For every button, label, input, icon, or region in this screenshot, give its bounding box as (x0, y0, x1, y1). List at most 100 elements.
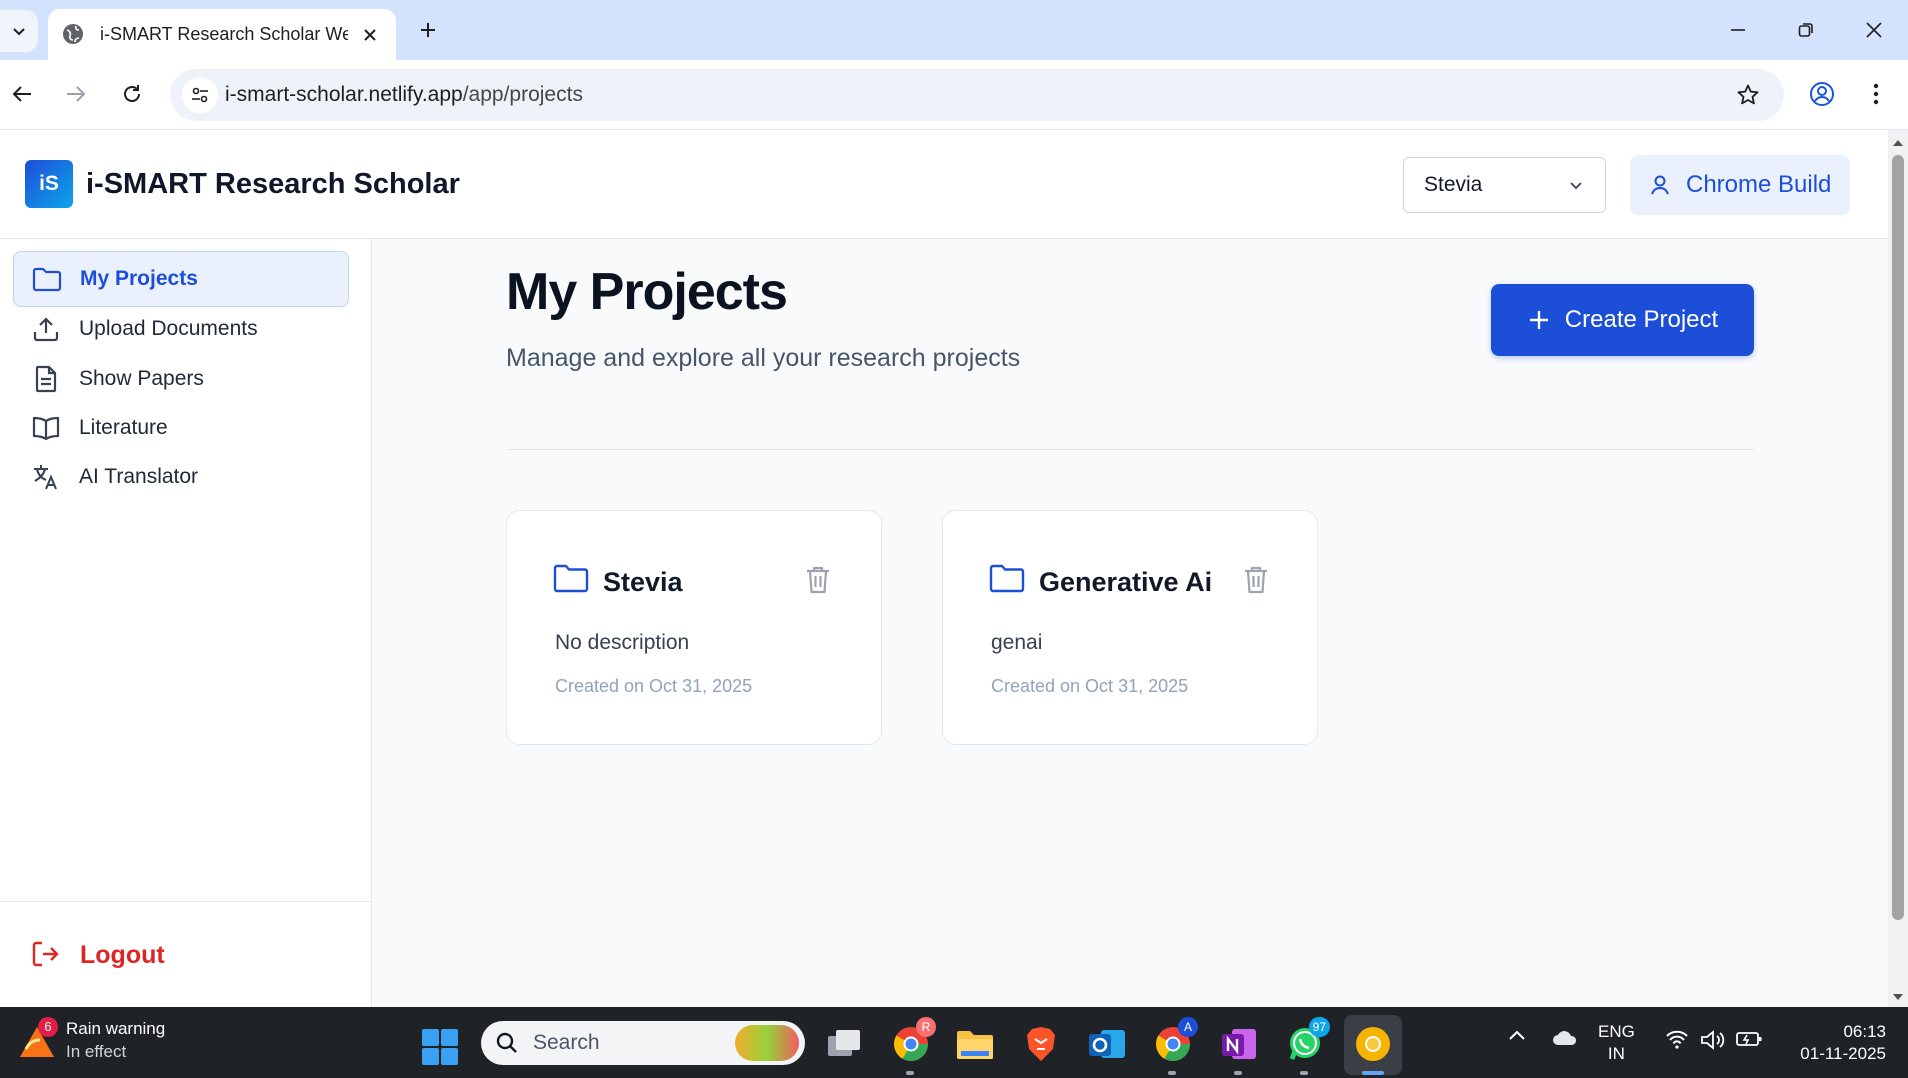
project-name: Stevia (603, 567, 683, 597)
sidebar-item-literature[interactable]: Literature (13, 400, 349, 456)
search-placeholder: Search (533, 1031, 600, 1054)
tab-search-button[interactable] (0, 10, 38, 52)
user-button-label: Chrome Build (1686, 171, 1832, 198)
folder-icon (32, 264, 62, 294)
profile-badge: R (916, 1017, 936, 1037)
show-hidden-icons-button[interactable] (1502, 1029, 1532, 1041)
chrome-app[interactable]: R (890, 1017, 936, 1075)
page-title: My Projects (506, 263, 788, 321)
book-icon (31, 413, 61, 443)
restore-button[interactable] (1784, 10, 1828, 50)
system-clock[interactable]: 06:13 01-11-2025 (1782, 1021, 1886, 1065)
app-title: i-SMART Research Scholar (86, 168, 460, 200)
account-circle-icon (1810, 82, 1834, 106)
upload-icon (31, 314, 61, 344)
region-code: IN (1607, 1044, 1625, 1063)
onenote-icon (1222, 1029, 1256, 1059)
running-indicator (1362, 1071, 1384, 1075)
volume-tray-icon[interactable] (1698, 1029, 1728, 1051)
start-tile (422, 1048, 439, 1065)
tab-title: i-SMART Research Scholar Web (100, 24, 348, 44)
logout-label: Logout (80, 940, 165, 969)
chrome-app-profile-2[interactable]: A (1152, 1017, 1198, 1075)
more-vertical-icon (1873, 83, 1879, 105)
user-icon (1648, 173, 1672, 197)
outlook-app[interactable] (1086, 1023, 1128, 1065)
sidebar-item-upload-documents[interactable]: Upload Documents (13, 301, 349, 357)
address-bar[interactable]: i-smart-scholar.netlify.app/app/projects (170, 69, 1784, 121)
logout-button[interactable]: Logout (30, 939, 165, 971)
folder-icon (989, 563, 1025, 595)
onenote-app[interactable] (1218, 1023, 1260, 1075)
create-project-button[interactable]: Create Project (1491, 284, 1754, 356)
user-account-button[interactable]: Chrome Build (1630, 155, 1850, 215)
close-icon (1866, 22, 1882, 38)
plus-icon (421, 23, 435, 37)
onedrive-tray-icon[interactable] (1548, 1029, 1582, 1047)
back-button[interactable] (2, 74, 42, 114)
new-tab-button[interactable] (412, 14, 444, 46)
chrome-canary-app[interactable] (1352, 1023, 1394, 1075)
arrow-right-icon (67, 86, 86, 102)
input-language-indicator[interactable]: ENG IN (1598, 1021, 1635, 1065)
battery-tray-icon[interactable] (1734, 1029, 1764, 1047)
minimize-button[interactable] (1716, 10, 1760, 50)
taskbar-search[interactable]: Search (481, 1021, 805, 1065)
close-tab-icon[interactable] (358, 23, 382, 47)
scroll-up-arrow[interactable] (1890, 136, 1906, 150)
reload-icon (124, 85, 140, 102)
clock-date: 01-11-2025 (1800, 1044, 1886, 1063)
wifi-tray-icon[interactable] (1662, 1029, 1692, 1049)
start-tile (422, 1029, 439, 1046)
sidebar-item-my-projects[interactable]: My Projects (13, 251, 349, 307)
browser-tab-bar: i-SMART Research Scholar Web (0, 0, 1908, 60)
running-indicator (1300, 1071, 1308, 1075)
site-settings-icon[interactable] (182, 77, 218, 113)
folder-icon (957, 1031, 993, 1059)
scrollbar-thumb[interactable] (1892, 155, 1904, 920)
profile-button[interactable] (1802, 74, 1842, 114)
battery-charging-icon (1736, 1032, 1762, 1046)
task-view-app[interactable] (824, 1023, 866, 1065)
content-divider (506, 449, 1754, 450)
delete-project-button[interactable] (805, 565, 835, 597)
forward-button[interactable] (56, 74, 96, 114)
file-explorer-app[interactable] (954, 1023, 996, 1065)
brave-app[interactable] (1020, 1023, 1062, 1065)
browser-menu-button[interactable] (1856, 74, 1896, 114)
project-created-date: Created on Oct 31, 2025 (555, 676, 753, 696)
windows-start-button[interactable] (422, 1029, 458, 1065)
globe-icon (62, 23, 86, 47)
sidebar-item-ai-translator[interactable]: AI Translator (13, 449, 349, 505)
whatsapp-app[interactable]: 97 (1284, 1017, 1330, 1075)
minimize-icon (1731, 29, 1745, 31)
bookmark-star-icon[interactable] (1734, 81, 1762, 109)
project-description: genai (991, 631, 1043, 654)
sidebar-item-label: AI Translator (79, 465, 199, 488)
scroll-down-arrow[interactable] (1890, 990, 1906, 1004)
project-card[interactable]: Generative Ai genai Created on Oct 31, 2… (942, 510, 1318, 745)
wifi-icon (1666, 1030, 1688, 1049)
start-tile (441, 1029, 458, 1046)
sidebar-item-label: Literature (79, 416, 168, 439)
project-name: Generative Ai (1039, 567, 1213, 597)
language-code: ENG (1598, 1022, 1635, 1041)
project-select[interactable]: Stevia (1403, 157, 1606, 213)
sidebar-item-label: Show Papers (79, 367, 204, 390)
brave-lion-icon (1027, 1027, 1055, 1061)
project-card[interactable]: Stevia No description Created on Oct 31,… (506, 510, 882, 745)
reload-button[interactable] (112, 74, 152, 114)
speaker-icon (1701, 1030, 1725, 1050)
delete-project-button[interactable] (1243, 565, 1273, 597)
app-logo[interactable]: iS (25, 160, 73, 208)
windows-taskbar: 6 Rain warning In effect Search R A 97 E… (0, 1007, 1908, 1078)
browser-tab-active[interactable]: i-SMART Research Scholar Web (48, 9, 396, 60)
sidebar-item-show-papers[interactable]: Show Papers (13, 351, 349, 407)
close-window-button[interactable] (1852, 10, 1896, 50)
restore-icon (1798, 23, 1813, 37)
outlook-icon (1089, 1030, 1125, 1058)
running-indicator (906, 1071, 914, 1075)
url-text: i-smart-scholar.netlify.app/app/projects (225, 83, 583, 106)
weather-widget[interactable]: 6 Rain warning In effect (18, 1016, 165, 1062)
trash-icon (1245, 566, 1267, 594)
